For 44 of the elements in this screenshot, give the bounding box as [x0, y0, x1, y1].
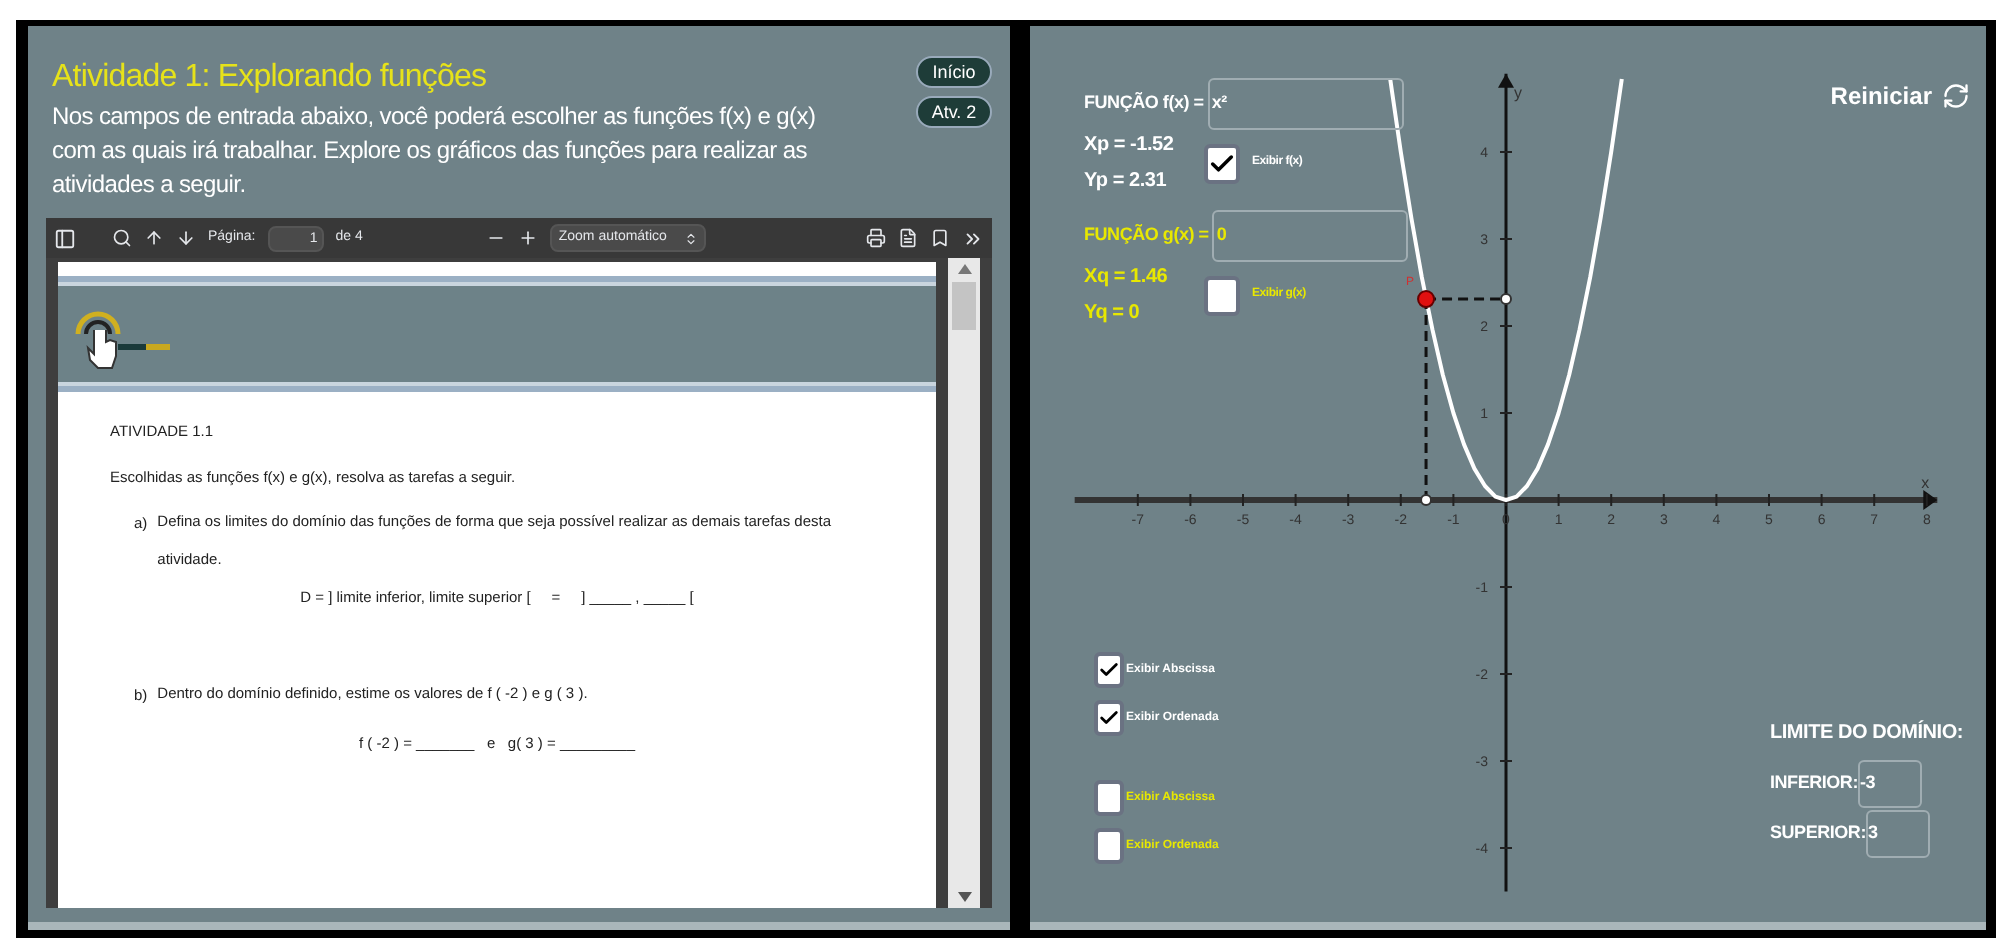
domain-title: LIMITE DO DOMÍNIO:	[1770, 718, 1963, 748]
checkbox[interactable]	[1204, 143, 1240, 183]
nav-button[interactable]: Atv. 2	[916, 96, 992, 128]
coordinate-readout: Xp = -1.52	[1084, 132, 1176, 160]
scroll-thumb[interactable]	[952, 282, 976, 330]
coordinate-readout: Xq = 1.46	[1084, 264, 1170, 292]
sidebar-toggle-icon[interactable]	[54, 227, 76, 249]
coordinate-readout: Yq = 0	[1084, 300, 1142, 328]
function-label: FUNÇÃO f(x) =	[1084, 90, 1204, 117]
checkbox[interactable]	[1094, 652, 1124, 688]
reset-label[interactable]: Reiniciar	[1830, 78, 1932, 114]
zoom-in-icon[interactable]	[518, 228, 539, 248]
activity-description: Nos campos de entrada abaixo, você poderá escolher as funções f(x) e g(x) com as quais irá trabalhar. Explore os gráficos das funções para realizar as atividades a seguir.	[52, 100, 818, 202]
nav-button[interactable]: Início	[916, 56, 992, 88]
chevrons-right-icon[interactable]	[962, 227, 984, 249]
axis-point-marker	[1500, 293, 1512, 306]
function-label: FUNÇÃO g(x) =	[1084, 222, 1209, 249]
print-icon[interactable]	[866, 228, 886, 248]
x-axis-label: x	[1921, 474, 1930, 492]
checkbox[interactable]	[1094, 780, 1124, 816]
refresh-icon[interactable]	[1942, 82, 1970, 110]
scroll-down-icon[interactable]	[957, 892, 971, 902]
arrow-up-icon[interactable]	[144, 228, 164, 248]
document-icon[interactable]	[898, 228, 918, 248]
domain-input[interactable]: -3	[1857, 760, 1922, 808]
function-input[interactable]: x²	[1207, 78, 1404, 130]
domain-label: SUPERIOR:	[1770, 820, 1866, 847]
domain-label: INFERIOR:	[1770, 770, 1858, 797]
search-icon[interactable]	[112, 228, 132, 248]
caret-icon	[684, 231, 699, 245]
checkbox[interactable]	[1094, 700, 1124, 736]
coordinate-readout: Yp = 2.31	[1084, 168, 1169, 196]
domain-input[interactable]: 3	[1865, 810, 1930, 858]
scroll-up-icon[interactable]	[957, 264, 971, 274]
bookmark-icon[interactable]	[930, 228, 950, 248]
arrow-down-icon[interactable]	[176, 228, 196, 248]
checkbox[interactable]	[1094, 828, 1124, 864]
function-input[interactable]: 0	[1212, 210, 1409, 262]
checkbox[interactable]	[1204, 275, 1240, 315]
point-p[interactable]	[1417, 290, 1436, 309]
y-axis-label: y	[1514, 83, 1522, 102]
activity-title: Atividade 1: Explorando funções	[52, 58, 489, 98]
scrollbar[interactable]	[948, 258, 980, 908]
axis-point-marker	[1420, 494, 1433, 506]
